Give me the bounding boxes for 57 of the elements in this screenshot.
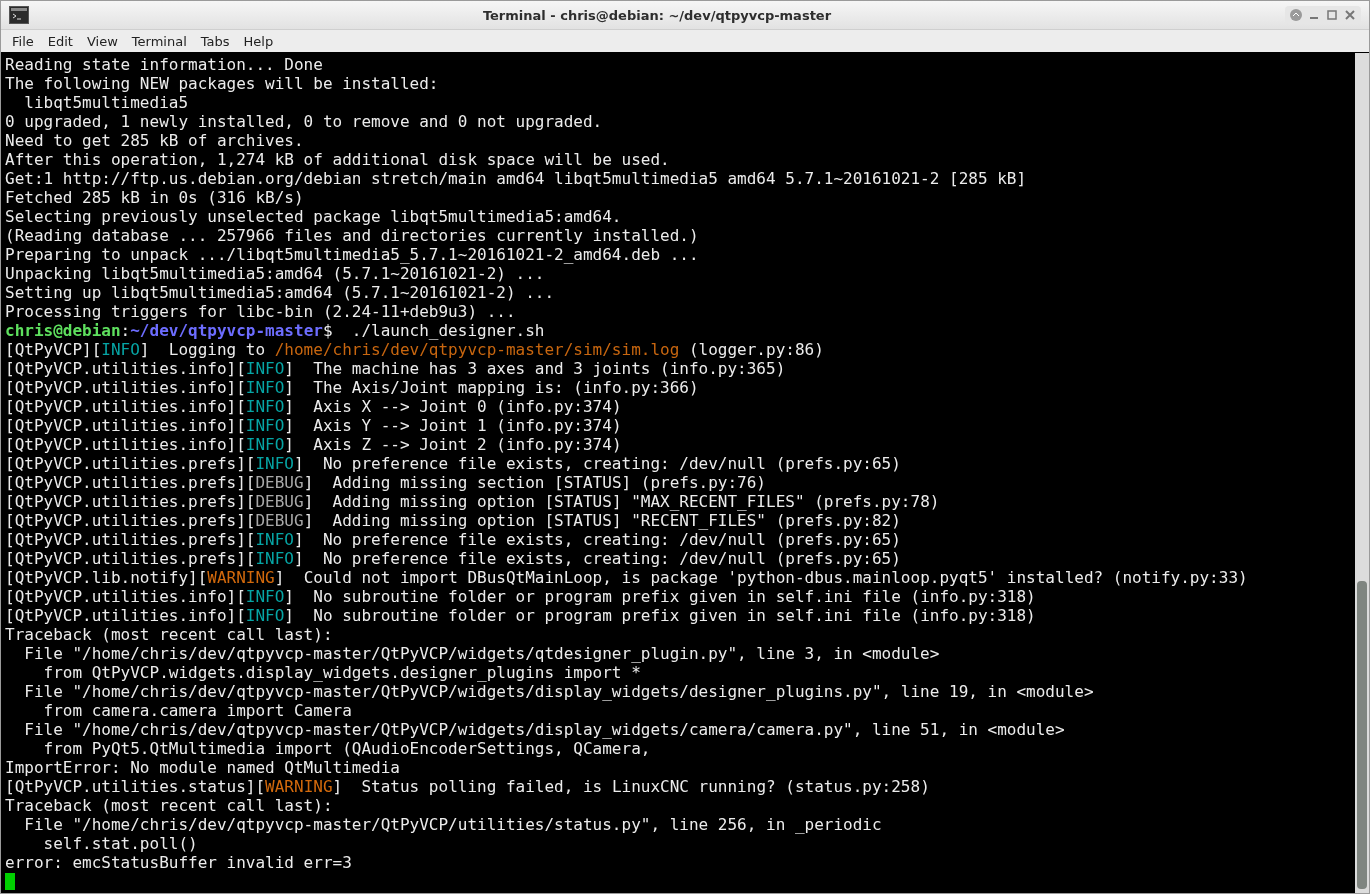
terminal-line: After this operation, 1,274 kB of additional disk space will be used. xyxy=(5,150,671,169)
terminal-line: Preparing to unpack .../libqt5multimedia5_5.7.1~20161021-2_amd64.deb ... xyxy=(5,245,700,264)
terminal-line: self.stat.poll() xyxy=(42,834,199,853)
menu-item[interactable]: Terminal xyxy=(124,33,194,49)
menu-item[interactable]: File xyxy=(5,33,41,49)
terminal-line: [QtPyVCP.utilities.prefs][DEBUG] Adding missing option [STATUS] "MAX_RECENT_FILES" (prefs.py:78) xyxy=(5,492,941,511)
scrollbar-thumb[interactable] xyxy=(1357,581,1367,889)
terminal-line: [QtPyVCP.utilities.info][INFO] No subroutine folder or program prefix given in self.ini file (info.py:318) xyxy=(5,606,1037,625)
terminal-line: Traceback (most recent call last): xyxy=(5,625,334,644)
terminal-line: File "/home/chris/dev/qtpyvcp-master/QtPyVCP/utilities/status.py", line 256, in _periodic xyxy=(23,815,883,834)
terminal-line: Setting up libqt5multimedia5:amd64 (5.7.1~20161021-2) ... xyxy=(5,283,556,302)
maximize-icon[interactable] xyxy=(1325,8,1339,22)
terminal-line: from PyQt5.QtMultimedia import (QAudioEncoderSettings, QCamera, xyxy=(42,739,652,758)
cursor xyxy=(5,873,15,890)
terminal-line: Unpacking libqt5multimedia5:amd64 (5.7.1~20161021-2) ... xyxy=(5,264,546,283)
terminal-line: ImportError: No module named QtMultimedia xyxy=(5,758,401,777)
terminal-line: The following NEW packages will be installed: xyxy=(5,74,440,93)
terminal-line: Traceback (most recent call last): xyxy=(5,796,334,815)
window-title: Terminal - chris@debian: ~/dev/qtpyvcp-master xyxy=(481,7,833,23)
terminal-line: Fetched 285 kB in 0s (316 kB/s) xyxy=(5,188,305,207)
terminal-line: File "/home/chris/dev/qtpyvcp-master/QtPyVCP/widgets/display_widgets/designer_plugins.py", line 19, in <module> xyxy=(23,682,1095,701)
terminal-line: [QtPyVCP.utilities.info][INFO] Axis X --> Joint 0 (info.py:374) xyxy=(5,397,623,416)
roll-up-icon[interactable] xyxy=(1289,8,1303,22)
terminal-line: from QtPyVCP.widgets.display_widgets.designer_plugins import * xyxy=(42,663,642,682)
terminal-line: libqt5multimedia5 xyxy=(23,93,190,112)
terminal-line: Selecting previously unselected package libqt5multimedia5:amd64. xyxy=(5,207,623,226)
terminal-line: [QtPyVCP][INFO] Logging to /home/chris/dev/qtpyvcp-master/sim/sim.log (logger.py:86) xyxy=(5,340,825,359)
terminal-line: [QtPyVCP.utilities.prefs][DEBUG] Adding missing section [STATUS] (prefs.py:76) xyxy=(5,473,767,492)
terminal-line: error: emcStatusBuffer invalid err=3 xyxy=(5,853,353,872)
terminal-line: from camera.camera import Camera xyxy=(42,701,353,720)
close-icon[interactable] xyxy=(1343,8,1357,22)
terminal-line: [QtPyVCP.lib.notify][WARNING] Could not import DBusQtMainLoop, is package 'python-dbus.mainloop.pyqt5' installed? (notify.py:33) xyxy=(5,568,1249,587)
terminal-line: Processing triggers for libc-bin (2.24-11+deb9u3) ... xyxy=(5,302,517,321)
terminal-line: Reading state information... Done xyxy=(5,55,324,74)
terminal-line: 0 upgraded, 1 newly installed, 0 to remove and 0 not upgraded. xyxy=(5,112,604,131)
terminal-line: [QtPyVCP.utilities.prefs][DEBUG] Adding missing option [STATUS] "RECENT_FILES" (prefs.py:82) xyxy=(5,511,902,530)
terminal-line: chris@debian:~/dev/qtpyvcp-master$ ./launch_designer.sh xyxy=(5,321,546,340)
menu-item[interactable]: Help xyxy=(236,33,281,49)
terminal-line: Need to get 285 kB of archives. xyxy=(5,131,305,150)
terminal-line: File "/home/chris/dev/qtpyvcp-master/QtPyVCP/widgets/qtdesigner_plugin.py", line 3, in <module> xyxy=(23,644,941,663)
terminal-line: [QtPyVCP.utilities.info][INFO] The machine has 3 axes and 3 joints (info.py:365) xyxy=(5,359,787,378)
terminal-line: [QtPyVCP.utilities.prefs][INFO] No preference file exists, creating: /dev/null (prefs.py:65) xyxy=(5,530,902,549)
terminal-line: [QtPyVCP.utilities.info][INFO] Axis Y --> Joint 1 (info.py:374) xyxy=(5,416,623,435)
terminal-icon xyxy=(9,6,29,24)
terminal-line: (Reading database ... 257966 files and directories currently installed.) xyxy=(5,226,700,245)
terminal-line: Get:1 http://ftp.us.debian.org/debian stretch/main amd64 libqt5multimedia5 amd64 5.7.1~20161021-2 [285 kB] xyxy=(5,169,1028,188)
menu-item[interactable]: Edit xyxy=(40,33,80,49)
terminal-line: [QtPyVCP.utilities.prefs][INFO] No preference file exists, creating: /dev/null (prefs.py:65) xyxy=(5,454,902,473)
terminal-line: [QtPyVCP.utilities.info][INFO] Axis Z --> Joint 2 (info.py:374) xyxy=(5,435,623,454)
terminal-line: [QtPyVCP.utilities.prefs][INFO] No preference file exists, creating: /dev/null (prefs.py:65) xyxy=(5,549,902,568)
terminal-line: [QtPyVCP.utilities.info][INFO] No subroutine folder or program prefix given in self.ini file (info.py:318) xyxy=(5,587,1037,606)
scrollbar[interactable] xyxy=(1355,53,1369,893)
terminal-line: File "/home/chris/dev/qtpyvcp-master/QtPyVCP/widgets/display_widgets/camera/camera.py", line 51, in <module> xyxy=(23,720,1066,739)
terminal-line: [QtPyVCP.utilities.status][WARNING] Status polling failed, is LinuxCNC running? (status.py:258) xyxy=(5,777,931,796)
terminal-line: [QtPyVCP.utilities.info][INFO] The Axis/Joint mapping is: (info.py:366) xyxy=(5,378,700,397)
menu-item[interactable]: Tabs xyxy=(193,33,237,49)
menu-item[interactable]: View xyxy=(79,33,125,49)
